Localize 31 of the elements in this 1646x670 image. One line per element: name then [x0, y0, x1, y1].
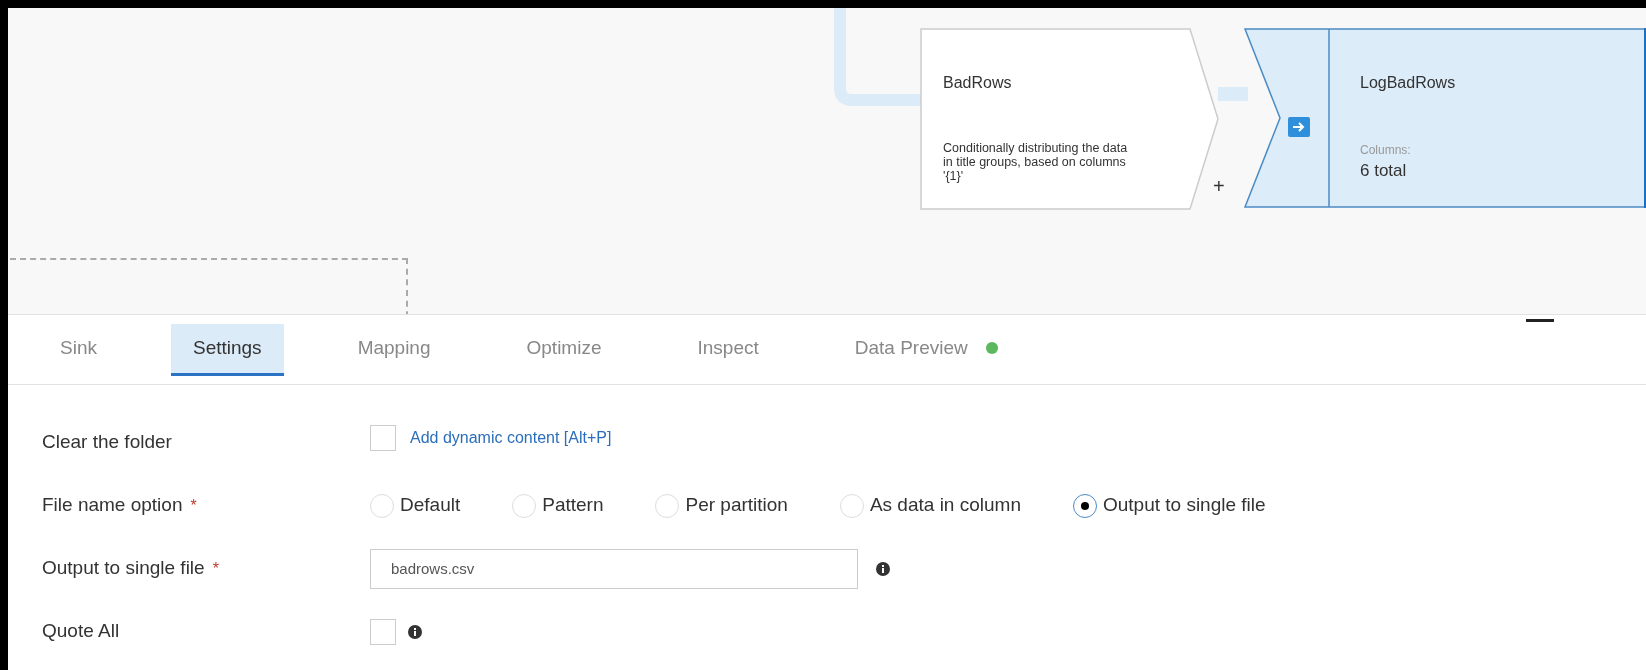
- field-label: Clear the folder: [42, 430, 172, 455]
- field-label: File name option: [42, 493, 183, 518]
- tab[interactable]: Mapping: [335, 323, 453, 376]
- dynamic-content-link[interactable]: Add dynamic content [Alt+P]: [410, 425, 612, 450]
- field-label: Output to single file: [42, 556, 205, 581]
- add-button[interactable]: +: [1213, 176, 1225, 196]
- node-title: LogBadRows: [1360, 73, 1456, 93]
- tab[interactable]: Data Preview: [832, 323, 1020, 376]
- node-title: BadRows: [943, 73, 1012, 93]
- required-mark: *: [190, 495, 197, 516]
- node-card[interactable]: [1244, 28, 1646, 208]
- tab[interactable]: Sink: [38, 323, 119, 376]
- node-description: Conditionally distributing the data in title groups, based on columns '{1}': [943, 141, 1129, 183]
- columns-label: Columns:: [1360, 142, 1411, 159]
- tab[interactable]: Inspect: [675, 323, 781, 376]
- text-field[interactable]: badrows.csv: [370, 548, 858, 589]
- checkbox[interactable]: [370, 618, 396, 645]
- info-icon[interactable]: [408, 624, 422, 639]
- radio-option[interactable]: Default: [370, 491, 461, 520]
- radio-option[interactable]: Output to single file: [1072, 491, 1266, 520]
- radio-option[interactable]: Pattern: [512, 491, 604, 520]
- required-mark: *: [212, 558, 219, 579]
- radio-option[interactable]: As data in column: [839, 491, 1021, 520]
- field-label: Quote All: [42, 619, 120, 644]
- tab[interactable]: Optimize: [504, 323, 624, 376]
- radio-option[interactable]: Per partition: [655, 491, 788, 520]
- sink-icon: [1288, 117, 1310, 137]
- columns-count: 6 total: [1360, 160, 1407, 182]
- tab[interactable]: Settings: [170, 323, 284, 376]
- info-icon[interactable]: [876, 561, 890, 576]
- checkbox[interactable]: [370, 424, 396, 451]
